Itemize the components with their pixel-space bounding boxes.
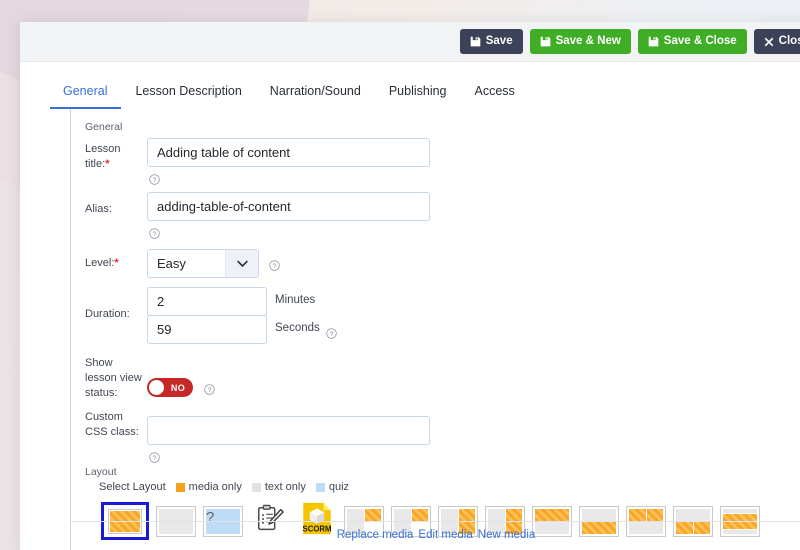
tab-lesson-description[interactable]: Lesson Description [121,80,255,109]
close-button[interactable]: Close [753,29,800,54]
lesson-title-control: ? [147,138,430,185]
svg-text:?: ? [208,387,212,394]
layout-section-legend: Layout [85,466,117,478]
general-section-legend: General [85,121,123,133]
show-lesson-view-status-toggle[interactable]: NO [147,378,193,397]
show-lesson-view-status-help[interactable]: ? [204,382,215,395]
media-only-label: media only [188,481,242,493]
field-duration: Duration: Minutes Seconds ? [71,287,800,344]
tab-general[interactable]: General [50,80,122,109]
help-question-icon[interactable]: ? [326,326,337,339]
alias-label: Alias: [85,203,112,215]
media-region [535,508,569,521]
custom-css-class-help[interactable]: ? [147,445,430,463]
media-region [505,508,522,521]
level-help[interactable]: ? [269,258,280,271]
svg-text:?: ? [153,231,157,238]
media-region [458,508,475,521]
toggle-knob [149,380,164,395]
tab-narration-sound[interactable]: Narration/Sound [256,80,375,109]
floppy-disk-icon [540,36,551,47]
duration-seconds-input[interactable] [147,315,267,344]
duration-seconds-unit: Seconds [275,322,320,334]
toggle-state-label: NO [170,382,185,393]
save-button[interactable]: Save [459,29,523,54]
media-only-swatch [175,482,185,492]
floppy-disk-icon [470,36,481,47]
lesson-edit-modal: Save Save & New Save & Close Clo General… [20,22,800,550]
help-question-icon[interactable]: ? [269,258,280,271]
duration-label: Duration: [85,308,130,320]
save-button-label: Save [485,34,513,47]
save-and-close-button-label: Save & Close [663,34,737,47]
alias-control: ? [147,192,430,239]
help-question-icon[interactable]: ? [149,172,160,185]
save-and-close-button[interactable]: Save & Close [637,29,747,54]
close-button-label: Close [778,34,800,47]
field-lesson-title: Lesson title:* ? [71,138,800,185]
floppy-disk-icon [648,36,659,47]
alias-input[interactable] [147,192,430,221]
field-custom-css-class: Custom CSS class: ? [71,410,800,463]
duration-controls: Minutes Seconds ? [147,287,337,344]
custom-css-class-input[interactable] [147,416,430,445]
lesson-title-input[interactable] [147,138,430,167]
save-and-new-button-label: Save & New [555,34,621,47]
alias-help[interactable]: ? [147,221,430,239]
custom-css-class-label: Custom CSS class: [85,411,139,438]
svg-text:?: ? [330,331,334,338]
media-region [364,508,381,521]
show-lesson-view-status-control: NO ? [147,356,215,397]
text-only-label: text only [264,481,306,493]
text-region [676,508,710,521]
text-region [723,508,757,513]
media-region [629,508,646,521]
help-question-icon[interactable]: ? [149,226,160,239]
select-layout-label: Select Layout [99,481,166,493]
svg-text:?: ? [273,263,277,270]
help-question-icon[interactable]: ? [204,382,215,395]
level-label: Level:* [85,257,119,269]
duration-minutes-input[interactable] [147,287,267,316]
duration-minutes-row: Minutes [147,287,337,316]
field-level: Level:* Easy ? [71,249,800,278]
level-select-value: Easy [157,256,186,271]
edit-media-link[interactable]: Edit media [418,529,472,541]
field-show-lesson-view-status: Show lesson view status: NO ? [71,356,800,401]
tab-access[interactable]: Access [461,80,529,109]
replace-media-link[interactable]: Replace media [337,529,414,541]
help-question-icon[interactable]: ? [149,450,160,463]
text-region [582,508,616,521]
lesson-title-label: Lesson title:* [85,143,121,170]
field-alias: Alias: ? [71,192,800,239]
level-select[interactable]: Easy [147,249,259,278]
duration-seconds-row: Seconds ? [147,315,337,344]
duration-minutes-unit: Minutes [275,294,316,306]
quiz-label: quiz [328,481,350,493]
tab-bar: General Lesson Description Narration/Sou… [20,62,800,109]
svg-text:?: ? [153,455,157,462]
custom-css-class-control: ? [147,410,430,463]
save-and-new-button[interactable]: Save & New [529,29,631,54]
general-tab-panel: General Lesson title:* ? Alias: [70,109,800,550]
media-region [646,508,663,521]
media-region [411,508,428,521]
required-marker: * [105,158,110,170]
chevron-down-icon[interactable] [225,250,258,277]
lesson-title-help[interactable]: ? [147,167,430,185]
close-x-icon [764,37,774,47]
duration-help[interactable]: ? [326,315,337,344]
tab-publishing[interactable]: Publishing [375,80,461,109]
media-actions-bar: Replace media Edit media New media [71,521,800,550]
show-lesson-view-status-label: Show lesson view status: [85,357,142,399]
quiz-swatch [315,482,325,492]
required-marker: * [114,257,119,269]
modal-toolbar: Save Save & New Save & Close Clo [20,22,800,62]
new-media-link[interactable]: New media [478,529,536,541]
select-layout-key: Select Layout media only text only quiz [99,481,800,493]
text-only-swatch [251,482,261,492]
svg-text:?: ? [153,177,157,184]
